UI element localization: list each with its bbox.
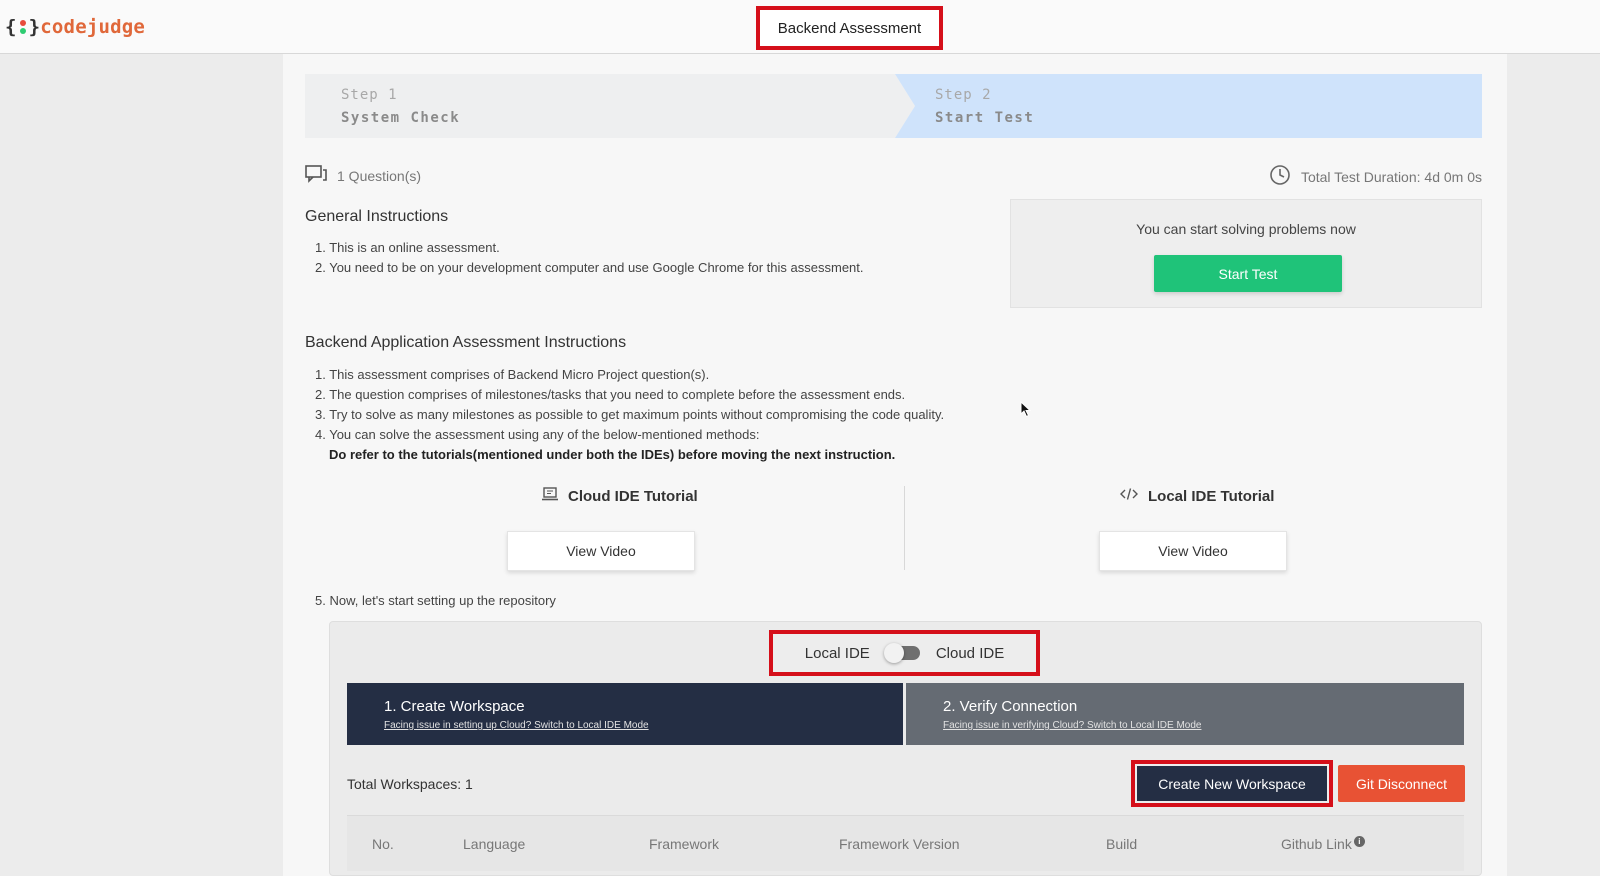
cloud-ide-tutorial-label: Cloud IDE Tutorial bbox=[568, 487, 698, 505]
chat-icon bbox=[305, 165, 327, 186]
column-build: Build bbox=[1106, 836, 1138, 852]
question-count-text: 1 Question(s) bbox=[337, 167, 422, 184]
ide-mode-switch[interactable] bbox=[883, 643, 920, 663]
step1-name: System Check bbox=[341, 110, 461, 126]
general-instruction-1: 1. This is an online assessment. bbox=[315, 240, 500, 255]
tutorial-divider bbox=[904, 486, 905, 570]
step1-number: Step 1 bbox=[341, 87, 398, 103]
duration-text: Total Test Duration: 4d 0m 0s bbox=[1300, 168, 1482, 185]
column-language: Language bbox=[463, 836, 526, 852]
workspace-table-header: No. Language Framework Framework Version… bbox=[347, 815, 1464, 871]
github-link-label: Github Link bbox=[1281, 836, 1352, 852]
logo-text: codejudge bbox=[40, 16, 146, 38]
total-workspaces: Total Workspaces: 1 bbox=[347, 776, 473, 792]
general-instructions-heading: General Instructions bbox=[305, 208, 449, 225]
stepper: Step 1 System Check Step 2 Start Test bbox=[305, 74, 1482, 138]
start-message: You can start solving problems now bbox=[1136, 221, 1356, 237]
git-disconnect-button[interactable]: Git Disconnect bbox=[1338, 765, 1465, 802]
start-test-panel: You can start solving problems now Start… bbox=[1010, 199, 1482, 308]
tab-verify-connection[interactable]: 2. Verify Connection Facing issue in ver… bbox=[906, 683, 1464, 745]
logo-dots-icon bbox=[18, 18, 28, 36]
tab-create-workspace[interactable]: 1. Create Workspace Facing issue in sett… bbox=[347, 683, 903, 745]
verify-connection-title: 2. Verify Connection bbox=[943, 698, 1078, 715]
logo-open-brace: { bbox=[5, 16, 17, 38]
backend-instruction-2: 2. The question comprises of milestones/… bbox=[315, 387, 906, 402]
local-ide-label: Local IDE bbox=[804, 644, 870, 662]
general-instruction-2: 2. You need to be on your development co… bbox=[315, 260, 864, 275]
logo-close-brace: } bbox=[28, 16, 41, 38]
switch-to-local-link-1[interactable]: Facing issue in setting up Cloud? Switch… bbox=[384, 720, 903, 731]
cloud-ide-tutorial-title: Cloud IDE Tutorial bbox=[542, 487, 698, 505]
cloud-ide-label: Cloud IDE bbox=[935, 644, 1005, 662]
assessment-title: Backend Assessment bbox=[756, 6, 943, 50]
local-view-video-button[interactable]: View Video bbox=[1099, 531, 1287, 571]
step-system-check: Step 1 System Check bbox=[305, 74, 915, 138]
tutorial-note: Do refer to the tutorials(mentioned unde… bbox=[329, 447, 896, 462]
top-header: {}codejudge Backend Assessment bbox=[0, 0, 1600, 54]
laptop-icon bbox=[542, 487, 558, 505]
mouse-cursor-icon bbox=[1020, 400, 1032, 423]
local-ide-tutorial-label: Local IDE Tutorial bbox=[1148, 487, 1275, 505]
create-new-workspace-button[interactable]: Create New Workspace bbox=[1137, 766, 1327, 801]
create-workspace-highlight: Create New Workspace bbox=[1131, 760, 1333, 807]
step-start-test: Step 2 Start Test bbox=[895, 74, 1482, 138]
cloud-view-video-button[interactable]: View Video bbox=[507, 531, 695, 571]
column-github-link: Github Link i bbox=[1281, 836, 1365, 852]
backend-instruction-1: 1. This assessment comprises of Backend … bbox=[315, 367, 710, 382]
switch-to-local-link-2[interactable]: Facing issue in verifying Cloud? Switch … bbox=[943, 720, 1464, 731]
create-workspace-title: 1. Create Workspace bbox=[384, 698, 525, 715]
code-icon bbox=[1120, 487, 1138, 505]
step2-number: Step 2 bbox=[935, 87, 992, 103]
column-framework: Framework bbox=[649, 836, 720, 852]
backend-instruction-3: 3. Try to solve as many milestones as po… bbox=[315, 407, 945, 422]
backend-instructions-list: 1. This assessment comprises of Backend … bbox=[315, 365, 944, 465]
start-test-button[interactable]: Start Test bbox=[1154, 255, 1342, 292]
ide-mode-toggle: Local IDE Cloud IDE bbox=[769, 630, 1040, 676]
step2-name: Start Test bbox=[935, 110, 1035, 126]
test-duration: Total Test Duration: 4d 0m 0s bbox=[1269, 164, 1482, 189]
clock-icon bbox=[1269, 164, 1291, 189]
step5-instruction: 5. Now, let's start setting up the repos… bbox=[315, 593, 556, 608]
column-no: No. bbox=[372, 836, 394, 852]
switch-knob bbox=[883, 643, 904, 663]
general-instructions-list: 1. This is an online assessment. 2. You … bbox=[315, 238, 864, 278]
column-framework-version: Framework Version bbox=[839, 836, 960, 852]
codejudge-logo[interactable]: {}codejudge bbox=[5, 16, 145, 38]
question-count: 1 Question(s) bbox=[305, 165, 421, 186]
backend-instruction-4: 4. You can solve the assessment using an… bbox=[315, 427, 760, 442]
backend-instructions-heading: Backend Application Assessment Instructi… bbox=[305, 334, 627, 351]
local-ide-tutorial-title: Local IDE Tutorial bbox=[1120, 487, 1274, 505]
info-icon[interactable]: i bbox=[1353, 836, 1365, 847]
